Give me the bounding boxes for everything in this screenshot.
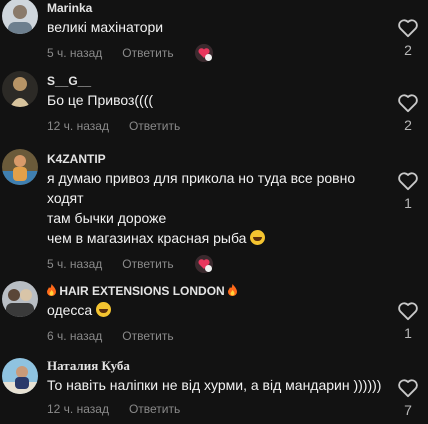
comment-text: одесса: [47, 300, 382, 320]
reply-button[interactable]: Ответить: [122, 329, 173, 343]
comment-line: там бычки дороже: [47, 210, 167, 226]
avatar[interactable]: [2, 0, 38, 34]
like-count: 2: [404, 42, 412, 58]
comment-text: Бо це Привоз((((: [47, 90, 382, 110]
comment-text: великі махінатори: [47, 17, 382, 37]
heart-outline-icon[interactable]: [397, 171, 419, 191]
comment-meta: 6 ч. назад Ответить: [47, 326, 382, 346]
like-count: 1: [404, 195, 412, 211]
like-count: 7: [404, 402, 412, 418]
comment-line: я думаю привоз для прикола но туда все р…: [47, 170, 356, 186]
author-name[interactable]: HAIR EXTENSIONS LONDON: [59, 284, 224, 298]
fire-emoji-icon: [228, 284, 238, 296]
laughing-emoji-icon: [96, 302, 112, 317]
fire-emoji-icon: [47, 284, 56, 296]
comment-meta: 5 ч. назад Ответить: [47, 43, 382, 63]
avatar[interactable]: [2, 358, 38, 394]
comment-line-text: одесса: [47, 302, 93, 318]
comment-line: Бо це Привоз((((: [47, 92, 154, 108]
heart-outline-icon[interactable]: [397, 93, 419, 113]
comment-line: ходят: [47, 190, 84, 206]
reply-button[interactable]: Ответить: [129, 119, 180, 133]
creator-liked-badge-icon: [194, 44, 213, 62]
avatar[interactable]: [2, 149, 38, 185]
creator-liked-badge-icon: [194, 255, 213, 273]
reply-button[interactable]: Ответить: [122, 257, 173, 271]
heart-outline-icon[interactable]: [397, 378, 419, 398]
heart-outline-icon[interactable]: [397, 18, 419, 38]
like-count: 1: [404, 325, 412, 341]
comment-timestamp: 5 ч. назад: [47, 257, 103, 271]
comment-author[interactable]: K4ZANTIP: [47, 151, 382, 167]
comment-meta: 12 ч. назад Ответить: [47, 116, 382, 136]
comment-timestamp: 5 ч. назад: [47, 46, 103, 60]
comment-author[interactable]: S__G__: [47, 73, 382, 89]
comment-author[interactable]: Marinka: [47, 0, 382, 16]
reply-button[interactable]: Ответить: [122, 46, 173, 60]
comment-timestamp: 12 ч. назад: [47, 402, 109, 416]
reply-button[interactable]: Ответить: [129, 402, 180, 416]
comment-line-text: чем в магазинах красная рыба: [47, 230, 247, 246]
comment-text: То навіть наліпки не від хурми, а від ма…: [47, 375, 382, 395]
comment-line: великі махінатори: [47, 19, 164, 35]
comment-author[interactable]: Наталия Куба: [47, 358, 382, 374]
comment-text: я думаю привоз для прикола но туда все р…: [47, 168, 382, 248]
comment-meta: 12 ч. назад Ответить: [47, 399, 382, 419]
avatar[interactable]: [2, 71, 38, 107]
like-count: 2: [404, 117, 412, 133]
comment-timestamp: 12 ч. назад: [47, 119, 109, 133]
laughing-emoji-icon: [250, 230, 266, 245]
comment-meta: 5 ч. назад Ответить: [47, 254, 382, 274]
comment-line: чем в магазинах красная рыба: [47, 228, 382, 248]
comment-list: Marinka великі махінатори 5 ч. назад Отв…: [0, 0, 428, 424]
comment-line: одесса: [47, 300, 382, 320]
comment-timestamp: 6 ч. назад: [47, 329, 103, 343]
avatar[interactable]: [2, 281, 38, 317]
comment-author: HAIR EXTENSIONS LONDON: [47, 283, 382, 299]
comment-line: То навіть наліпки не від хурми, а від ма…: [47, 377, 382, 393]
heart-outline-icon[interactable]: [397, 301, 419, 321]
